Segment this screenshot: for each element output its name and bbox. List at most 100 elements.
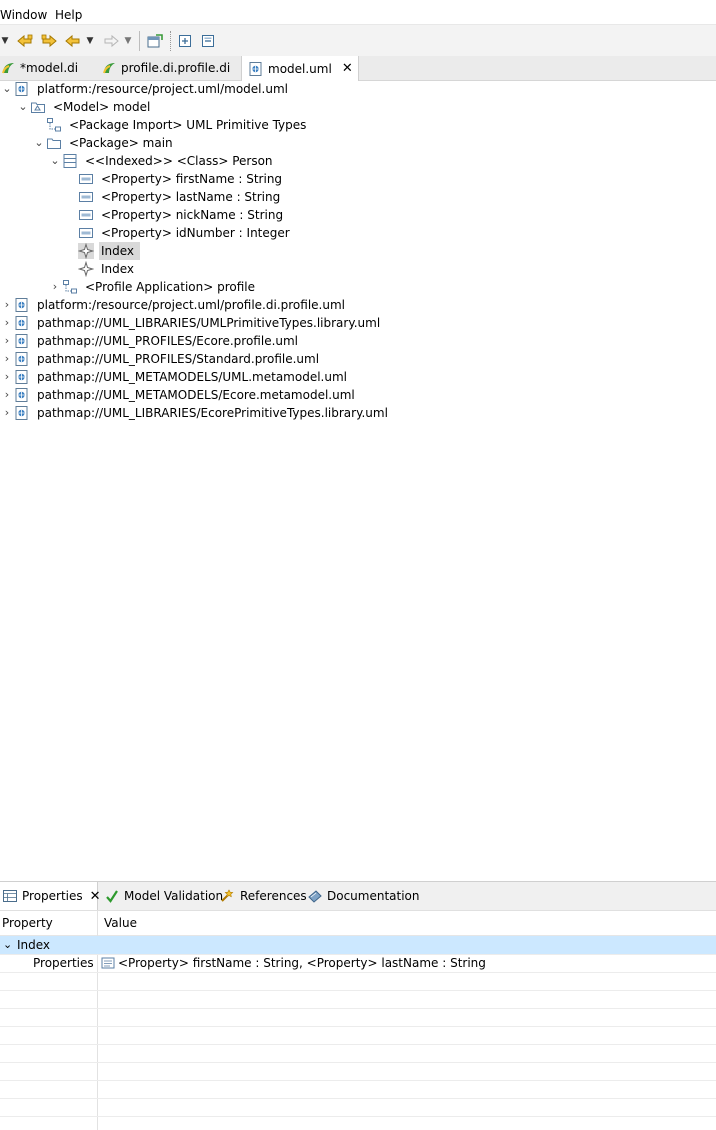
main-toolbar: ▼ ▼ ▼ xyxy=(0,24,716,58)
table-row-category[interactable]: ⌄ Index xyxy=(0,936,716,955)
tree-row-resource[interactable]: › platform:/resource/project.uml/profile… xyxy=(0,296,347,314)
back-dropdown-icon[interactable]: ▼ xyxy=(85,32,95,50)
menu-help[interactable]: Help xyxy=(55,8,82,23)
tree-row-index[interactable]: Index xyxy=(78,260,136,278)
collapse-all-icon[interactable] xyxy=(199,32,217,50)
tree-label: <Property> firstName : String xyxy=(101,172,283,186)
uml-resource-icon xyxy=(14,333,30,349)
class-icon xyxy=(62,153,78,169)
tree-row-property[interactable]: <Property> idNumber : Integer xyxy=(78,224,292,242)
papyrus-di-icon xyxy=(0,60,16,76)
view-tabs: Properties ✕ Model Validation References… xyxy=(0,882,716,911)
tab-label: Model Validation xyxy=(124,889,224,903)
model-icon xyxy=(30,99,46,115)
chevron-down-icon[interactable]: ⌄ xyxy=(48,152,62,170)
table-row-empty xyxy=(0,1008,716,1027)
pin-editor-icon[interactable] xyxy=(146,32,164,50)
chevron-right-icon[interactable]: › xyxy=(0,404,14,422)
tree-row-property[interactable]: <Property> firstName : String xyxy=(78,170,284,188)
toolbar-separator xyxy=(139,31,140,51)
chevron-right-icon[interactable]: › xyxy=(0,386,14,404)
tree-label: <Package Import> UML Primitive Types xyxy=(69,118,307,132)
package-import-icon xyxy=(46,117,62,133)
table-row-empty xyxy=(0,1044,716,1063)
expand-all-icon[interactable] xyxy=(176,32,194,50)
close-icon[interactable]: ✕ xyxy=(342,61,353,76)
close-icon[interactable]: ✕ xyxy=(90,889,101,904)
back-arrow-icon[interactable] xyxy=(64,32,82,50)
papyrus-di-icon xyxy=(101,60,117,76)
forward-arrow-icon[interactable] xyxy=(102,32,120,50)
tree-row-profile-application[interactable]: › <Profile Application> profile xyxy=(48,278,257,296)
chevron-right-icon[interactable]: › xyxy=(0,350,14,368)
uml-resource-icon xyxy=(14,297,30,313)
model-explorer-tree: ⌄ platform:/resource/project.uml/model.u… xyxy=(0,80,716,880)
forward-dropdown-icon[interactable]: ▼ xyxy=(123,32,133,50)
tree-row-index-selected[interactable]: Index xyxy=(78,242,141,260)
tab-label: References xyxy=(240,889,307,903)
tree-label: Index xyxy=(99,242,141,260)
chevron-down-icon[interactable]: ⌄ xyxy=(16,98,30,116)
tree-row-model[interactable]: ⌄ <Model> model xyxy=(16,98,152,116)
tab-model-uml[interactable]: model.uml ✕ xyxy=(241,56,359,81)
tab-label: *model.di xyxy=(20,61,79,75)
tab-profile-di[interactable]: profile.di.profile.di xyxy=(101,56,230,80)
tab-label: model.uml xyxy=(268,61,332,76)
tree-row-package-import[interactable]: <Package Import> UML Primitive Types xyxy=(46,116,308,134)
tree-row-resource[interactable]: › pathmap://UML_METAMODELS/UML.metamodel… xyxy=(0,368,349,386)
tree-row-property[interactable]: <Property> nickName : String xyxy=(78,206,285,224)
menu-window[interactable]: Window xyxy=(0,8,47,23)
chevron-right-icon[interactable]: › xyxy=(48,278,62,296)
tab-label: profile.di.profile.di xyxy=(121,61,231,75)
property-icon xyxy=(78,207,94,223)
property-name: Properties xyxy=(33,956,94,970)
tree-row-resource[interactable]: › pathmap://UML_LIBRARIES/UMLPrimitiveTy… xyxy=(0,314,382,332)
chevron-right-icon[interactable]: › xyxy=(0,296,14,314)
uml-resource-icon xyxy=(14,315,30,331)
tree-row-package-main[interactable]: ⌄ <Package> main xyxy=(32,134,175,152)
chevron-right-icon[interactable]: › xyxy=(0,332,14,350)
chevron-down-icon[interactable]: ⌄ xyxy=(0,80,14,98)
property-icon xyxy=(78,171,94,187)
tab-model-di[interactable]: *model.di xyxy=(0,56,78,80)
tree-label: pathmap://UML_METAMODELS/UML.metamodel.u… xyxy=(37,370,347,384)
tree-label: <Package> main xyxy=(69,136,173,150)
properties-icon xyxy=(2,888,18,904)
table-row-empty xyxy=(0,990,716,1009)
tree-row-root-resource[interactable]: ⌄ platform:/resource/project.uml/model.u… xyxy=(0,80,290,98)
tab-label: Documentation xyxy=(327,889,420,903)
table-row[interactable]: Properties <Property> firstName : String… xyxy=(0,954,716,973)
table-row-empty xyxy=(0,1062,716,1081)
chevron-down-icon[interactable]: ⌄ xyxy=(32,134,46,152)
properties-table-header: Property Value xyxy=(0,911,716,936)
tab-references[interactable]: References xyxy=(220,882,307,910)
tree-label: platform:/resource/project.uml/profile.d… xyxy=(37,298,345,312)
tree-row-resource[interactable]: › pathmap://UML_PROFILES/Ecore.profile.u… xyxy=(0,332,300,350)
tree-label: pathmap://UML_LIBRARIES/EcorePrimitiveTy… xyxy=(37,406,388,420)
dropdown-arrow-icon[interactable]: ▼ xyxy=(0,32,10,50)
next-edit-icon[interactable] xyxy=(40,32,58,50)
tree-row-property[interactable]: <Property> lastName : String xyxy=(78,188,282,206)
tab-properties[interactable]: Properties ✕ xyxy=(0,882,101,910)
tree-row-class-person[interactable]: ⌄ <<Indexed>> <Class> Person xyxy=(48,152,275,170)
menu-bar: Window Help xyxy=(0,0,716,24)
chevron-down-icon[interactable]: ⌄ xyxy=(3,937,12,953)
tree-row-resource[interactable]: › pathmap://UML_METAMODELS/Ecore.metamod… xyxy=(0,386,357,404)
table-row-empty xyxy=(0,972,716,991)
properties-panel: Properties ✕ Model Validation References… xyxy=(0,881,716,1130)
chevron-right-icon[interactable]: › xyxy=(0,314,14,332)
editor-tabs: *model.di profile.di.profile.di model.um… xyxy=(0,56,716,81)
tab-model-validation[interactable]: Model Validation xyxy=(104,882,223,910)
checkmark-icon xyxy=(104,888,120,904)
tree-row-resource[interactable]: › pathmap://UML_LIBRARIES/EcorePrimitive… xyxy=(0,404,390,422)
category-label: Index xyxy=(17,938,51,952)
package-icon xyxy=(46,135,62,151)
stereotype-application-icon xyxy=(78,243,94,259)
column-header-value: Value xyxy=(104,916,137,930)
tree-row-resource[interactable]: › pathmap://UML_PROFILES/Standard.profil… xyxy=(0,350,321,368)
previous-edit-icon[interactable] xyxy=(16,32,34,50)
tab-label: Properties xyxy=(22,889,83,903)
tab-documentation[interactable]: Documentation xyxy=(307,882,420,910)
chevron-right-icon[interactable]: › xyxy=(0,368,14,386)
uml-resource-icon xyxy=(14,387,30,403)
